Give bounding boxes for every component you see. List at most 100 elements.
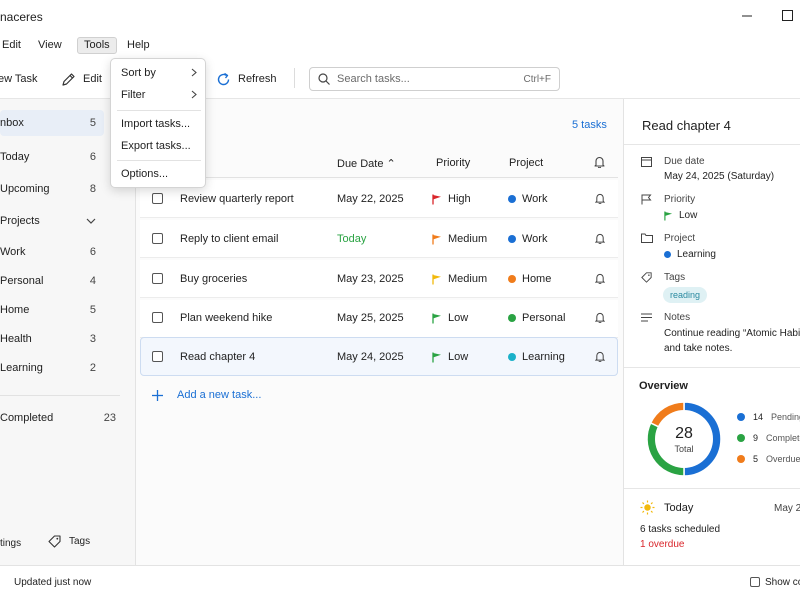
- edit-button[interactable]: Edit: [61, 66, 102, 92]
- bell-icon[interactable]: [595, 273, 605, 284]
- today-date: May 2: [774, 503, 800, 514]
- minimize-icon[interactable]: [742, 9, 752, 21]
- sidebar-item-completed[interactable]: Completed 23: [0, 405, 124, 431]
- menu-bar: Edit View Tools Help: [0, 32, 800, 58]
- edit-label: Edit: [83, 73, 102, 85]
- task-checkbox[interactable]: [152, 193, 163, 204]
- search-input[interactable]: [337, 73, 524, 85]
- menu-item-import[interactable]: Import tasks...: [121, 118, 190, 130]
- sidebar-item-work[interactable]: Work 6: [0, 239, 104, 265]
- notes-line-2[interactable]: and take notes.: [664, 343, 732, 354]
- flag-icon: [432, 313, 442, 324]
- calendar-icon: [641, 156, 652, 167]
- refresh-icon: [216, 72, 231, 87]
- tags-link[interactable]: Tags: [48, 535, 90, 548]
- menu-item-sort-by[interactable]: Sort by: [121, 67, 156, 79]
- bell-icon[interactable]: [595, 193, 605, 204]
- project-value[interactable]: Learning: [664, 249, 716, 260]
- bell-icon[interactable]: [595, 233, 605, 244]
- due-value[interactable]: May 24, 2025 (Saturday): [664, 171, 774, 182]
- due-date-header[interactable]: Due Date ⌃: [337, 157, 396, 170]
- menu-item-filter[interactable]: Filter: [121, 89, 145, 101]
- sidebar-projects-header[interactable]: Projects: [0, 208, 104, 234]
- task-due-date: May 23, 2025: [337, 273, 404, 285]
- sidebar-item-personal[interactable]: Personal 4: [0, 268, 104, 294]
- add-task-label: Add a new task...: [177, 389, 262, 401]
- sidebar-item-label: Completed: [0, 412, 54, 424]
- add-task-button[interactable]: Add a new task...: [152, 389, 261, 401]
- sidebar-item-inbox[interactable]: nbox 5: [0, 110, 104, 136]
- notes-line-1[interactable]: Continue reading “Atomic Habits”: [664, 328, 800, 339]
- today-title: Today: [664, 502, 694, 514]
- task-checkbox[interactable]: [152, 233, 163, 244]
- today-overdue[interactable]: 1 overdue: [640, 539, 684, 550]
- table-row[interactable]: Buy groceries May 23, 2025 Medium Home: [140, 260, 618, 298]
- sort-ascending-icon: ⌃: [386, 158, 396, 170]
- menu-tools[interactable]: Tools: [77, 37, 117, 54]
- flag-outline-icon: [641, 194, 652, 205]
- task-due-date: Today: [337, 233, 367, 245]
- table-row[interactable]: Review quarterly report May 22, 2025 Hig…: [140, 180, 618, 218]
- legend-label: Completed: [766, 433, 800, 443]
- task-checkbox[interactable]: [152, 351, 163, 362]
- project-header[interactable]: Project: [509, 157, 543, 169]
- task-checkbox[interactable]: [152, 273, 163, 284]
- plus-icon: [152, 389, 163, 401]
- menu-item-export[interactable]: Export tasks...: [121, 140, 191, 152]
- detail-panel: Read chapter 4 Due date May 24, 2025 (Sa…: [623, 99, 800, 565]
- show-checkbox[interactable]: [750, 577, 760, 587]
- tags-label: Tags: [69, 536, 91, 547]
- tag-chip[interactable]: reading: [663, 287, 708, 303]
- table-row[interactable]: Reply to client email Today Medium Work: [140, 220, 618, 258]
- app-title: naceres: [0, 10, 43, 24]
- refresh-button[interactable]: Refresh: [216, 66, 277, 92]
- task-priority: Medium: [432, 273, 487, 285]
- menu-edit[interactable]: Edit: [0, 37, 27, 54]
- new-task-label: ew Task: [0, 73, 38, 85]
- chevron-down-icon[interactable]: [86, 218, 96, 224]
- project-value-label: Learning: [677, 249, 716, 260]
- legend-label: Overdue: [766, 454, 800, 464]
- legend-count: 14: [753, 412, 764, 422]
- sidebar-item-label: Health: [0, 333, 32, 345]
- search-shortcut: Ctrl+F: [523, 73, 552, 85]
- refresh-label: Refresh: [238, 73, 277, 85]
- bell-icon[interactable]: [595, 351, 605, 362]
- table-row[interactable]: Plan weekend hike May 25, 2025 Low Perso…: [140, 300, 618, 338]
- task-priority: Low: [432, 351, 468, 363]
- due-date-header-label: Due Date: [337, 158, 384, 170]
- chevron-right-icon: [191, 90, 197, 99]
- sidebar-item-home[interactable]: Home 5: [0, 297, 104, 323]
- tag-icon: [48, 535, 61, 548]
- show-label: Show co: [765, 577, 800, 588]
- sidebar-item-learning[interactable]: Learning 2: [0, 355, 104, 381]
- chevron-right-icon: [191, 68, 197, 77]
- sidebar-item-count: 3: [89, 333, 96, 345]
- sidebar-item-label: Personal: [0, 275, 44, 287]
- bell-icon[interactable]: [595, 312, 605, 323]
- legend-overdue: 5 Overdue: [737, 454, 800, 464]
- sidebar-item-health[interactable]: Health 3: [0, 326, 104, 352]
- task-checkbox[interactable]: [152, 312, 163, 323]
- task-project: Work: [508, 233, 547, 245]
- menu-item-options[interactable]: Options...: [121, 168, 168, 180]
- search-box[interactable]: Ctrl+F: [309, 67, 560, 91]
- priority-value-label: Low: [679, 210, 698, 221]
- menu-help[interactable]: Help: [121, 37, 156, 54]
- priority-header[interactable]: Priority: [436, 157, 470, 169]
- project-dot: [508, 195, 516, 203]
- menu-separator: [117, 160, 201, 161]
- task-title: Reply to client email: [180, 233, 279, 245]
- table-row[interactable]: Read chapter 4 May 24, 2025 Low Learning: [140, 337, 618, 376]
- settings-link[interactable]: tings: [0, 538, 21, 549]
- maximize-icon[interactable]: [782, 10, 793, 21]
- sidebar-item-today[interactable]: Today 6: [0, 144, 104, 170]
- priority-value[interactable]: Low: [664, 210, 697, 221]
- sidebar-item-upcoming[interactable]: Upcoming 8: [0, 176, 104, 202]
- task-title: Plan weekend hike: [180, 312, 273, 324]
- priority-label: Priority: [664, 194, 696, 205]
- menu-view[interactable]: View: [32, 37, 68, 54]
- project-label: Work: [522, 233, 548, 245]
- header-divider: [140, 177, 618, 178]
- new-task-button[interactable]: ew Task: [0, 66, 38, 92]
